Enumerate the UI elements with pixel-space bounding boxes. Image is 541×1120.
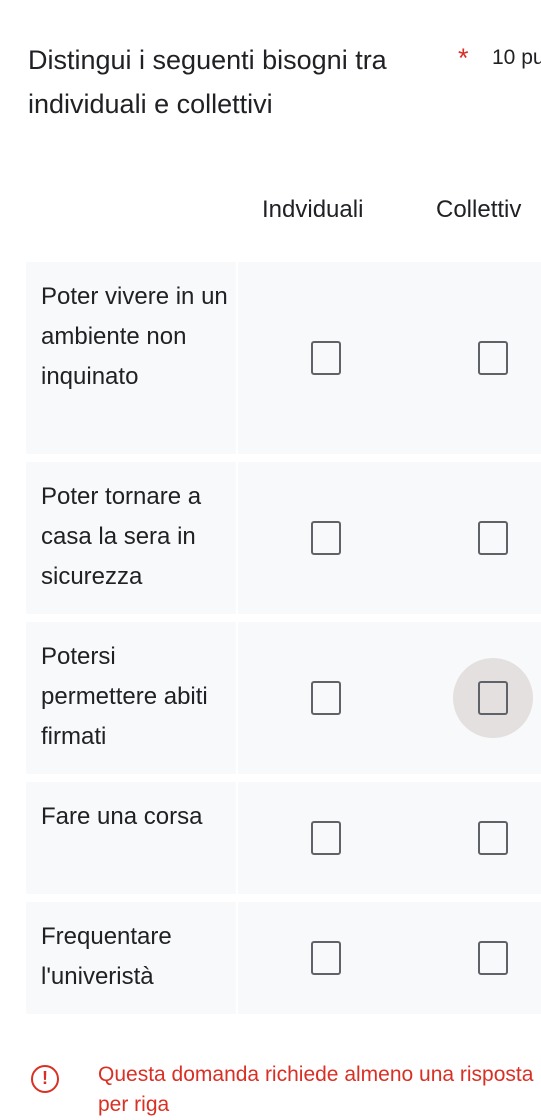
row-label: Fare una corsa xyxy=(41,803,203,830)
points-label: 10 pu xyxy=(492,46,541,69)
required-asterisk: * xyxy=(458,43,469,73)
column-header-individuali: Indviduali xyxy=(262,196,364,223)
row-label: Frequentare l'univeristà xyxy=(41,923,172,990)
row-label: Poter tornare a casa la sera in sicurezz… xyxy=(41,483,202,590)
checkbox-individuali[interactable] xyxy=(311,941,341,975)
grid-row: Frequentare l'univeristà xyxy=(26,902,541,1014)
checkbox-collettivi[interactable] xyxy=(478,521,508,555)
checkbox-individuali[interactable] xyxy=(311,821,341,855)
row-label: Potersi permettere abiti firmati xyxy=(41,643,208,750)
checkbox-collettivi[interactable] xyxy=(478,941,508,975)
column-header-collettivi: Collettiv xyxy=(436,196,522,223)
checkbox-individuali[interactable] xyxy=(311,681,341,715)
checkbox-collettivi[interactable] xyxy=(478,821,508,855)
checkbox-individuali[interactable] xyxy=(311,341,341,375)
grid-row: Poter vivere in un ambiente non inquinat… xyxy=(26,262,541,454)
exclamation-icon: ! xyxy=(31,1065,59,1093)
checkbox-collettivi[interactable] xyxy=(478,681,508,715)
grid-row: Fare una corsa xyxy=(26,782,541,894)
checkbox-individuali[interactable] xyxy=(311,521,341,555)
row-label: Poter vivere in un ambiente non inquinat… xyxy=(41,283,228,390)
question-title: Distingui i seguenti bisogni tra individ… xyxy=(28,45,387,119)
checkbox-collettivi[interactable] xyxy=(478,341,508,375)
grid-row: Potersi permettere abiti firmati xyxy=(26,622,541,774)
error-message: Questa domanda richiede almeno una rispo… xyxy=(98,1063,534,1116)
grid-row: Poter tornare a casa la sera in sicurezz… xyxy=(26,462,541,614)
